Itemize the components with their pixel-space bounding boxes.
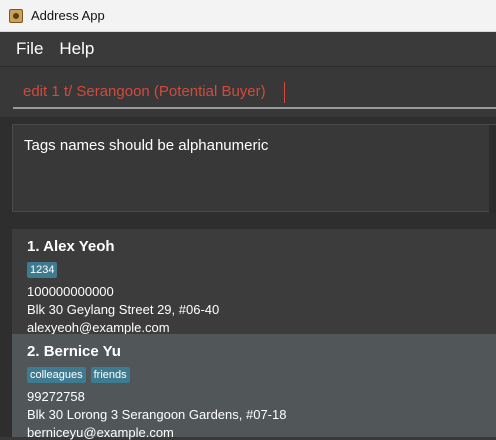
person-phone: 100000000000 xyxy=(27,284,114,299)
person-address: Blk 30 Lorong 3 Serangoon Gardens, #07-1… xyxy=(27,407,287,422)
tag-list: colleagues friends xyxy=(27,367,130,383)
person-index: 1. xyxy=(27,238,40,255)
person-name: 1. Alex Yeoh xyxy=(27,238,115,255)
window-title: Address App xyxy=(31,8,105,23)
menu-file[interactable]: File xyxy=(0,39,51,59)
result-scrollbar[interactable] xyxy=(489,125,496,213)
text-cursor xyxy=(284,82,285,103)
result-display-panel: Tags names should be alphanumeric xyxy=(0,117,496,217)
person-phone: 99272758 xyxy=(27,389,85,404)
person-index: 2. xyxy=(27,343,40,360)
person-card[interactable]: 1. Alex Yeoh 1234 100000000000 Blk 30 Ge… xyxy=(12,229,496,335)
command-box xyxy=(0,67,496,117)
tag: colleagues xyxy=(27,367,86,383)
result-message: Tags names should be alphanumeric xyxy=(24,137,269,154)
command-input[interactable] xyxy=(13,75,496,109)
menu-bar: File Help xyxy=(0,32,496,67)
tag-list: 1234 xyxy=(27,262,58,278)
person-email: berniceyu@example.com xyxy=(27,425,174,440)
person-address: Blk 30 Geylang Street 29, #06-40 xyxy=(27,302,220,317)
tag: 1234 xyxy=(27,262,58,278)
result-display: Tags names should be alphanumeric xyxy=(12,124,496,213)
person-list: 1. Alex Yeoh 1234 100000000000 Blk 30 Ge… xyxy=(0,217,496,440)
person-card[interactable]: 2. Bernice Yu colleagues friends 9927275… xyxy=(12,334,496,440)
tag: friends xyxy=(90,367,130,383)
person-name-text: Bernice Yu xyxy=(43,343,121,360)
menu-help[interactable]: Help xyxy=(51,39,102,59)
person-name-text: Alex Yeoh xyxy=(43,238,115,255)
address-book-icon xyxy=(9,8,23,23)
person-name: 2. Bernice Yu xyxy=(27,343,121,360)
person-email: alexyeoh@example.com xyxy=(27,320,170,335)
title-bar: Address App xyxy=(0,0,496,32)
